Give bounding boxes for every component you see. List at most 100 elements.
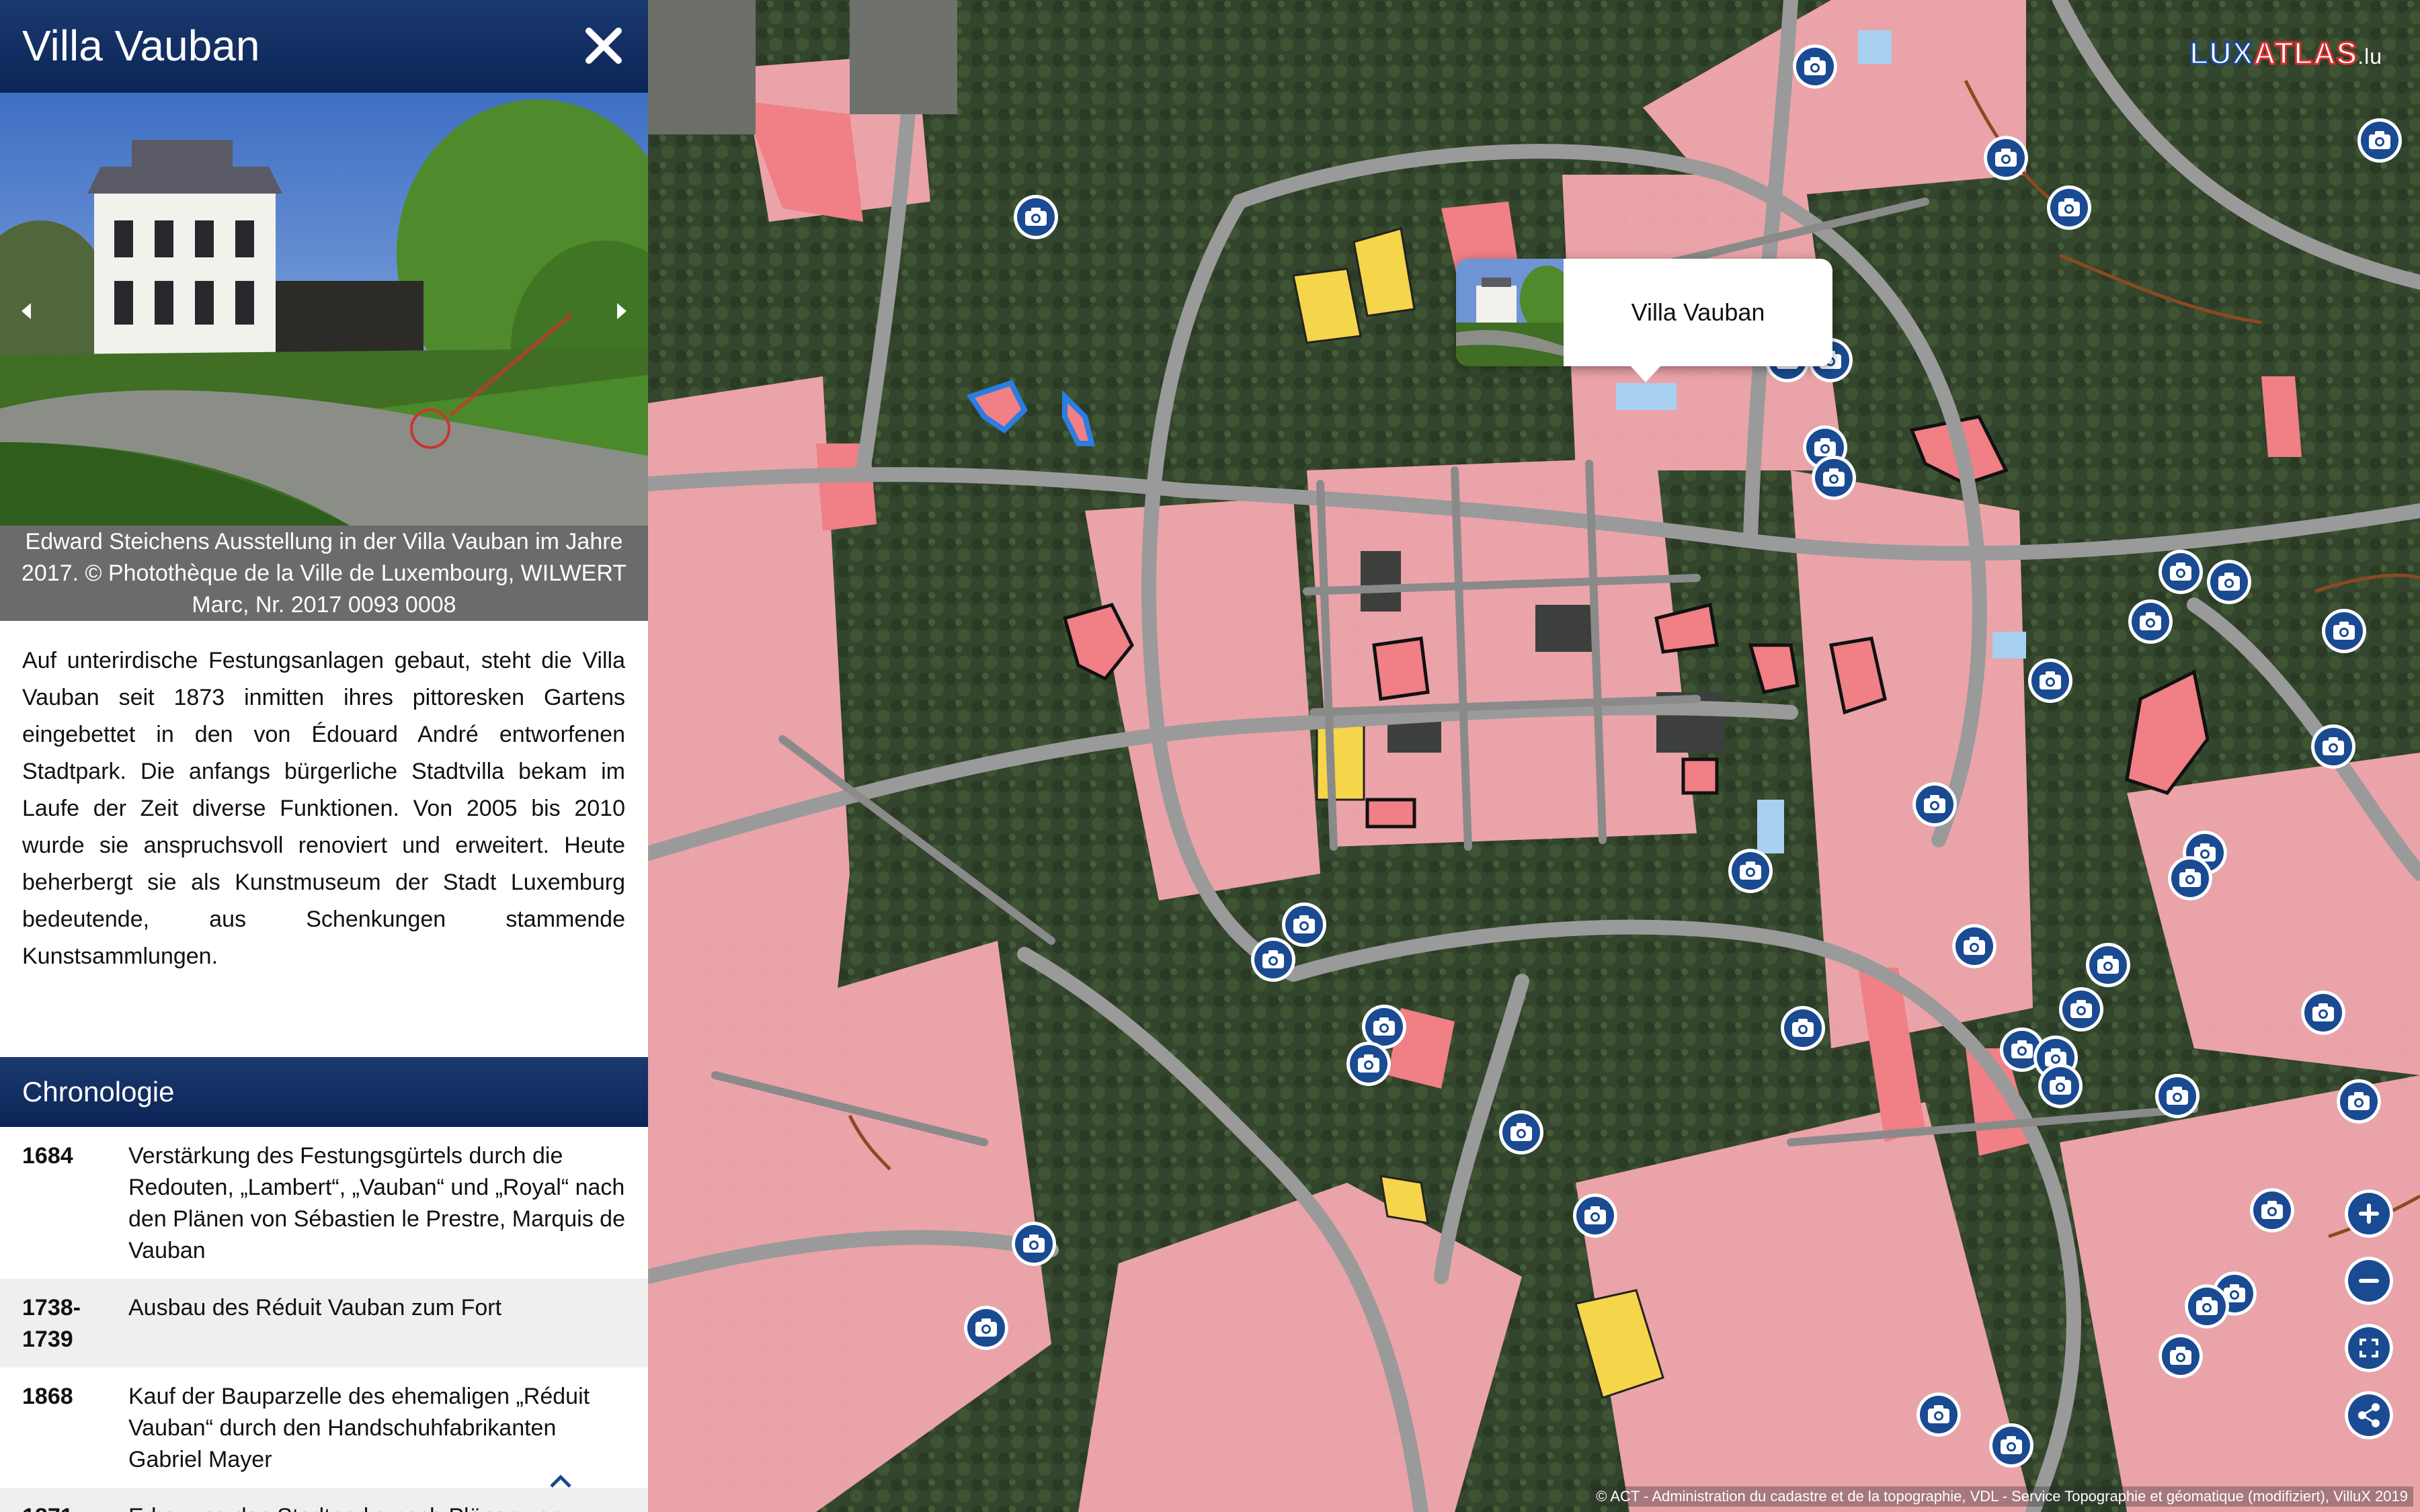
photo-marker[interactable] (1912, 782, 1957, 827)
photo-marker[interactable] (1014, 195, 1058, 239)
gallery-next-button[interactable] (608, 298, 635, 325)
camera-icon (2058, 198, 2080, 216)
chronology-row: 1871- Erbauung des Stadtparks nach Pläne… (0, 1488, 648, 1512)
camera-icon (1023, 1234, 1045, 1253)
camera-icon (1358, 1054, 1379, 1073)
chevron-left-icon (22, 303, 31, 319)
camera-icon (2140, 612, 2161, 630)
photo-marker[interactable] (2207, 560, 2251, 604)
panel-header: Villa Vauban (0, 0, 648, 93)
zoom-in-button[interactable] (2345, 1189, 2393, 1238)
map-canvas[interactable] (648, 0, 2420, 1512)
camera-icon (2001, 1436, 2022, 1454)
photo-marker[interactable] (1989, 1423, 2033, 1468)
camera-icon (975, 1318, 997, 1337)
photo-marker[interactable] (2059, 987, 2103, 1032)
close-button[interactable] (577, 19, 631, 73)
photo-marker[interactable] (1793, 44, 1837, 89)
scroll-up-button[interactable] (546, 1470, 575, 1490)
camera-icon (2097, 956, 2119, 974)
fullscreen-button[interactable] (2345, 1324, 2393, 1372)
map-view[interactable]: Villa Vauban LUXATLAS.lu © ACT - Adminis… (648, 0, 2420, 1512)
chronology-row: 1738-1739 Ausbau des Réduit Vauban zum F… (0, 1279, 648, 1368)
camera-icon (1025, 208, 1047, 226)
photo-marker[interactable] (2322, 609, 2366, 653)
luxatlas-logo[interactable]: LUXATLAS.lu (2189, 35, 2382, 72)
photo-marker[interactable] (2168, 856, 2212, 900)
chronology-text: Verstärkung des Festungsgürtels durch di… (128, 1143, 626, 1263)
photo-marker[interactable] (1012, 1222, 1056, 1266)
photo-marker[interactable] (1812, 456, 1856, 500)
photo-marker[interactable] (2250, 1188, 2294, 1232)
photo-marker[interactable] (2159, 1334, 2203, 1378)
photo-marker[interactable] (2357, 118, 2402, 163)
camera-icon (2167, 1087, 2188, 1105)
plus-icon (2359, 1204, 2379, 1224)
chronology-year: 1684 (22, 1143, 73, 1169)
share-button[interactable] (2345, 1391, 2393, 1439)
camera-icon (2040, 671, 2061, 689)
chronology-title: Chronologie (22, 1076, 175, 1107)
photo-marker[interactable] (2185, 1284, 2229, 1329)
description-text: Auf unterirdische Festungsanlagen gebaut… (22, 648, 625, 969)
photo-marker[interactable] (1251, 937, 1295, 982)
photo-marker[interactable] (2301, 991, 2345, 1035)
photo-marker[interactable] (2159, 550, 2203, 594)
camera-icon (2196, 1297, 2218, 1315)
zoom-out-button[interactable] (2345, 1257, 2393, 1305)
photo-marker[interactable] (2038, 1064, 2083, 1108)
chronology-text: Kauf der Bauparzelle des ehemaligen „Réd… (128, 1384, 590, 1472)
chronology-year: 1738-1739 (22, 1295, 81, 1352)
camera-icon (2312, 1003, 2334, 1021)
chronology-year: 1871- (22, 1501, 128, 1512)
chronology-header: Chronologie (0, 1057, 648, 1127)
camera-icon (1510, 1123, 1532, 1141)
photo-marker[interactable] (1499, 1110, 1543, 1154)
photo-marker[interactable] (1573, 1193, 1617, 1238)
camera-icon (2323, 737, 2344, 755)
camera-icon (1928, 1405, 1949, 1423)
photo-marker[interactable] (2028, 659, 2072, 703)
close-icon (586, 28, 622, 64)
photo-marker[interactable] (2337, 1079, 2381, 1124)
camera-icon (2050, 1077, 2071, 1095)
chronology-text: Erbauung des Stadtparks nach Plänen von (128, 1501, 629, 1512)
gallery-prev-button[interactable] (13, 298, 40, 325)
chevron-right-icon (617, 303, 627, 319)
camera-icon (2333, 622, 2355, 640)
photo-marker[interactable] (2311, 724, 2355, 769)
photo-marker[interactable] (2086, 943, 2130, 987)
photo-marker[interactable] (1984, 136, 2028, 180)
popup-pointer (1629, 365, 1662, 382)
camera-icon (1924, 795, 1945, 813)
camera-icon (1823, 468, 1845, 487)
photo-marker[interactable] (2047, 185, 2091, 230)
photo-marker[interactable] (1952, 924, 1997, 968)
photo-marker[interactable] (2155, 1074, 2200, 1118)
chronology-text: Ausbau des Réduit Vauban zum Fort (128, 1295, 502, 1320)
popup-thumbnail (1456, 259, 1564, 366)
fullscreen-icon (2360, 1339, 2378, 1357)
map-popup[interactable]: Villa Vauban (1456, 259, 1832, 382)
chronology-list: 1684 Verstärkung des Festungsgürtels dur… (0, 1127, 648, 1512)
camera-icon (1804, 57, 1826, 75)
photo-marker[interactable] (1346, 1042, 1391, 1086)
camera-icon (1995, 149, 2017, 167)
camera-icon (1964, 937, 1985, 955)
camera-icon (2170, 1347, 2191, 1365)
chevron-up-icon (550, 1474, 571, 1488)
camera-icon (2179, 869, 2201, 887)
photo-marker[interactable] (1728, 849, 1773, 893)
camera-icon (2369, 131, 2390, 149)
chronology-year: 1868 (22, 1384, 73, 1409)
villa-photo (0, 93, 648, 526)
camera-icon (2218, 573, 2240, 591)
camera-icon (1740, 862, 1761, 880)
camera-icon (2348, 1092, 2370, 1110)
camera-icon (1584, 1206, 1606, 1224)
photo-marker[interactable] (1917, 1392, 1961, 1437)
logo-tld-text: .lu (2357, 44, 2382, 69)
photo-marker[interactable] (2128, 599, 2173, 644)
photo-marker[interactable] (1781, 1006, 1825, 1050)
photo-marker[interactable] (964, 1306, 1008, 1350)
